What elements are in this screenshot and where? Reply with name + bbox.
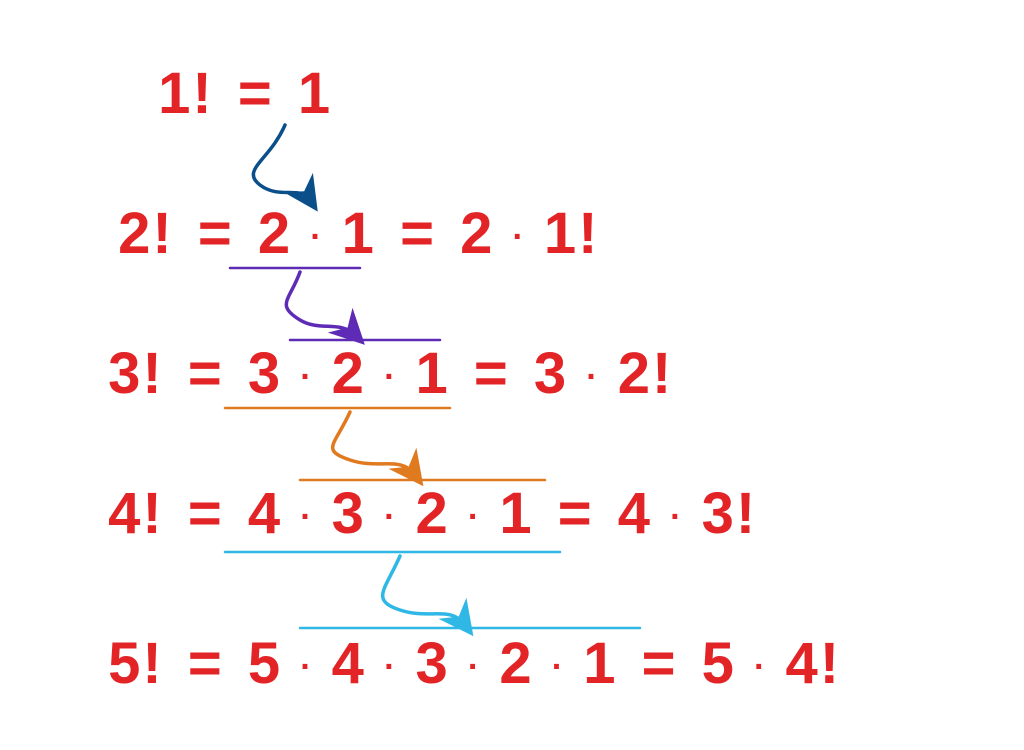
arrow-3-to-4 [333, 412, 415, 475]
equals-icon: = [232, 61, 280, 126]
lhs-1: 1! [158, 61, 214, 126]
recursive-5-tail: 4! [785, 631, 841, 696]
equals-icon: = [182, 631, 230, 696]
arrow-1-to-2 [253, 125, 310, 200]
expansion-5: 5 · 4 · 3 · 2 · 1 [248, 630, 618, 697]
recursive-3-tail: 2! [618, 341, 674, 406]
equals-icon: = [182, 341, 230, 406]
lhs-3: 3! [108, 341, 164, 406]
expansion-1: 1 [298, 61, 332, 126]
recursive-4-head: 4 [618, 481, 652, 546]
expansion-4: 4 · 3 · 2 · 1 [248, 480, 534, 547]
lhs-4: 4! [108, 481, 164, 546]
recursive-2-head: 2 [460, 201, 494, 266]
equals-icon: = [468, 341, 516, 406]
recursive-5-head: 5 [702, 631, 736, 696]
arrow-4-to-5 [383, 556, 465, 625]
recursive-2-tail: 1! [544, 201, 600, 266]
expansion-2: 2 · 1 [258, 200, 376, 267]
expansion-3: 3 · 2 · 1 [248, 340, 450, 407]
equals-icon: = [552, 481, 600, 546]
recursive-3-head: 3 [534, 341, 568, 406]
lhs-5: 5! [108, 631, 164, 696]
lhs-2: 2! [118, 201, 174, 266]
equals-icon: = [192, 201, 240, 266]
equals-icon: = [636, 631, 684, 696]
equals-icon: = [394, 201, 442, 266]
arrow-2-to-3 [286, 272, 355, 335]
equals-icon: = [182, 481, 230, 546]
recursive-4-tail: 3! [702, 481, 758, 546]
factorial-diagram: 1! = 1 2! = 2 · 1 = 2 · 1! 3! = 3 · 2 · … [0, 0, 1024, 750]
